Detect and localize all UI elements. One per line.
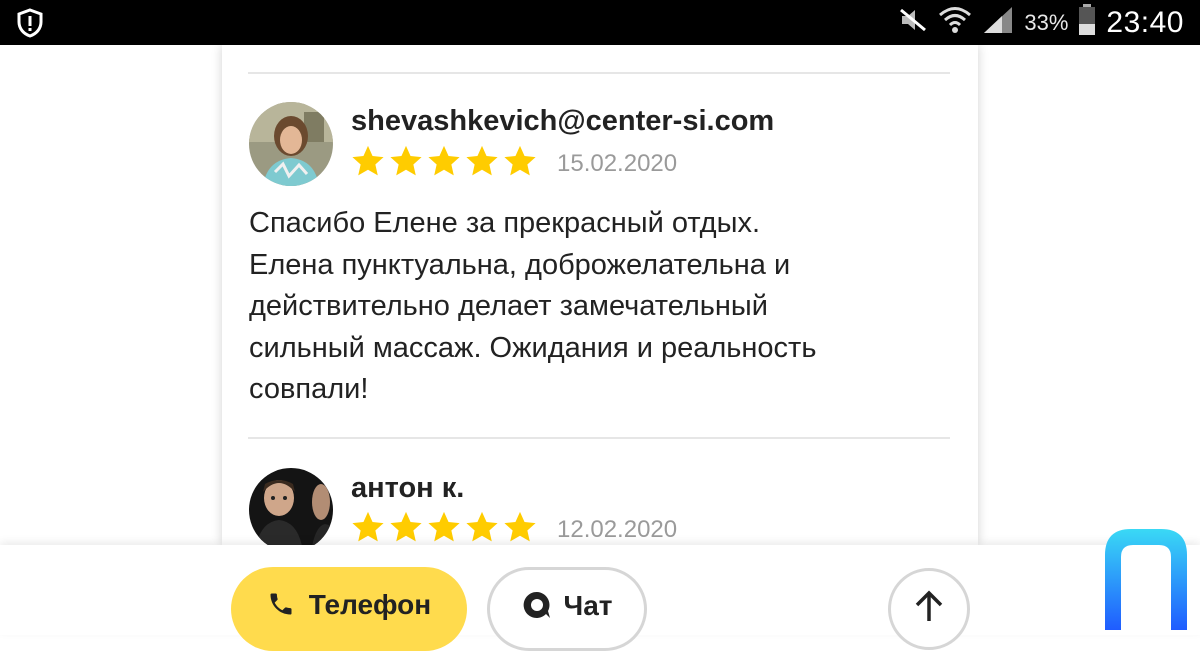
review-text-line: Спасибо Елене за прекрасный отдых. xyxy=(249,207,760,239)
status-icons: 33% 23:40 xyxy=(898,0,1184,45)
review-text-line: совпали! xyxy=(249,373,369,405)
star-icon xyxy=(504,511,536,542)
divider xyxy=(248,437,950,439)
star-icon xyxy=(390,511,422,542)
scroll-to-top-button[interactable] xyxy=(888,568,970,650)
star-icon xyxy=(428,511,460,542)
rating-stars xyxy=(351,145,537,178)
chat-icon xyxy=(522,590,552,627)
phone-button-label: Телефон xyxy=(308,589,432,620)
rating-stars xyxy=(351,511,537,544)
star-icon xyxy=(504,145,536,176)
star-icon xyxy=(352,145,384,176)
shield-alert-icon xyxy=(16,8,44,43)
star-icon xyxy=(428,145,460,176)
chat-button[interactable]: Чат xyxy=(487,567,647,651)
arrow-up-icon xyxy=(912,589,946,628)
phone-button[interactable]: Телефон xyxy=(231,567,467,651)
star-icon xyxy=(466,145,498,176)
reviews-card: shevashkevich@center-si.com 15.02.2020 С… xyxy=(222,45,978,545)
status-bar: 33% 23:40 xyxy=(0,0,1200,45)
battery-icon xyxy=(1078,4,1096,41)
star-icon xyxy=(390,145,422,176)
star-icon xyxy=(466,511,498,542)
review-author[interactable]: антон к. xyxy=(351,472,464,505)
divider xyxy=(248,72,950,74)
review-text: Спасибо Елене за прекрасный отдых. Елена… xyxy=(249,203,949,411)
app-logo-icon xyxy=(1101,525,1191,640)
phone-icon xyxy=(267,589,295,626)
avatar[interactable] xyxy=(249,468,333,545)
clock: 23:40 xyxy=(1106,5,1184,39)
signal-icon xyxy=(982,5,1014,40)
review-text-line: Елена пунктуальна, доброжелательна и xyxy=(249,248,791,281)
wifi-icon xyxy=(938,5,972,40)
chat-button-label: Чат xyxy=(563,590,613,621)
review-date: 12.02.2020 xyxy=(557,516,678,543)
battery-percent: 33% xyxy=(1024,9,1069,35)
mute-icon xyxy=(898,7,928,38)
review-date: 15.02.2020 xyxy=(557,150,678,177)
bottom-action-bar: Телефон Чат xyxy=(0,545,1200,651)
review-text-line: действительно делает замечательный xyxy=(249,290,768,322)
avatar[interactable] xyxy=(249,102,333,186)
star-icon xyxy=(352,511,384,542)
review-author[interactable]: shevashkevich@center-si.com xyxy=(351,105,774,138)
review-text-line: сильный массаж. Ожидания и реальность xyxy=(249,331,817,364)
